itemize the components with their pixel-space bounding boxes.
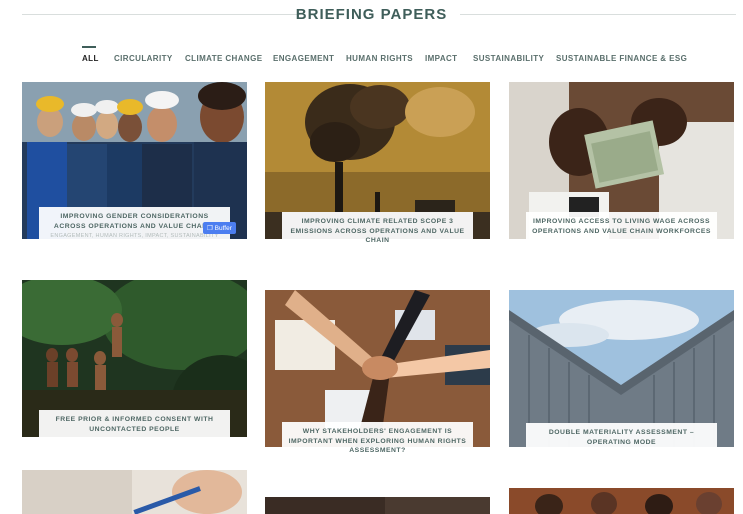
card-tags: ENGAGEMENT, HUMAN RIGHTS, IMPACT, SUSTAI…	[50, 233, 219, 239]
briefing-card[interactable]: IMPROVING GENDER CONSIDERATIONS ACROSS O…	[22, 82, 247, 262]
category-filter-bar: ALL CIRCULARITY CLIMATE CHANGE ENGAGEMEN…	[0, 46, 743, 68]
card-title[interactable]: IMPROVING GENDER CONSIDERATIONS ACROSS O…	[45, 212, 224, 231]
card-title[interactable]: DOUBLE MATERIALITY ASSESSMENT – OPERATIN…	[532, 428, 711, 447]
buffer-label: Buffer	[214, 225, 232, 232]
filter-sustainability[interactable]: SUSTAINABILITY	[473, 54, 544, 63]
card-image-dark-interior	[265, 497, 490, 514]
card-caption: IMPROVING GENDER CONSIDERATIONS ACROSS O…	[39, 207, 230, 262]
card-title[interactable]: IMPROVING CLIMATE RELATED SCOPE 3 EMISSI…	[288, 217, 467, 246]
briefing-card[interactable]: DOUBLE MATERIALITY ASSESSMENT – OPERATIN…	[509, 290, 734, 450]
briefing-card[interactable]: IMPROVING ACCESS TO LIVING WAGE ACROSS O…	[509, 82, 734, 257]
filter-climate-change[interactable]: CLIMATE CHANGE	[185, 54, 262, 63]
briefing-card[interactable]: FREE PRIOR & INFORMED CONSENT WITH UNCON…	[22, 280, 247, 442]
buffer-share-button[interactable]: ❐ Buffer	[203, 222, 236, 234]
card-caption: FREE PRIOR & INFORMED CONSENT WITH UNCON…	[39, 410, 230, 442]
filter-impact[interactable]: IMPACT	[425, 54, 457, 63]
card-caption: IMPROVING ACCESS TO LIVING WAGE ACROSS O…	[526, 212, 717, 257]
card-title[interactable]: FREE PRIOR & INFORMED CONSENT WITH UNCON…	[45, 415, 224, 434]
card-image-pen-signing	[22, 470, 247, 514]
filter-sustainable-finance-esg[interactable]: SUSTAINABLE FINANCE & ESG	[556, 54, 687, 63]
filter-circularity[interactable]: CIRCULARITY	[114, 54, 173, 63]
briefing-card[interactable]: IMPROVING CLIMATE RELATED SCOPE 3 EMISSI…	[265, 82, 490, 257]
briefing-card[interactable]: WHY STAKEHOLDERS' ENGAGEMENT IS IMPORTAN…	[265, 290, 490, 465]
filter-human-rights[interactable]: HUMAN RIGHTS	[346, 54, 413, 63]
card-image-meeting-people	[509, 488, 734, 514]
card-title[interactable]: IMPROVING ACCESS TO LIVING WAGE ACROSS O…	[532, 217, 711, 236]
page-title: BRIEFING PAPERS	[295, 6, 448, 23]
briefing-card[interactable]	[22, 470, 247, 514]
filter-engagement[interactable]: ENGAGEMENT	[273, 54, 334, 63]
card-caption: IMPROVING CLIMATE RELATED SCOPE 3 EMISSI…	[282, 212, 473, 257]
card-caption: DOUBLE MATERIALITY ASSESSMENT – OPERATIN…	[526, 423, 717, 450]
briefing-card[interactable]	[509, 488, 734, 514]
card-caption: WHY STAKEHOLDERS' ENGAGEMENT IS IMPORTAN…	[282, 422, 473, 465]
card-title[interactable]: WHY STAKEHOLDERS' ENGAGEMENT IS IMPORTAN…	[288, 427, 467, 456]
filter-all[interactable]: ALL	[82, 46, 99, 63]
briefing-card[interactable]	[265, 497, 490, 514]
